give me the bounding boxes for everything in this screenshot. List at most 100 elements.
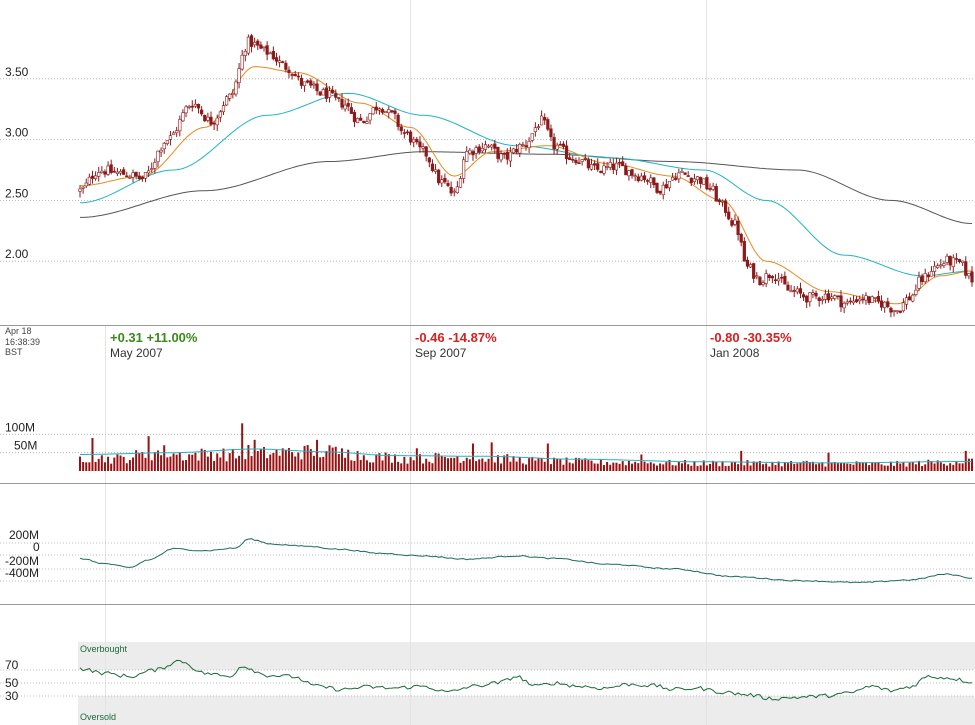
- candle-body: [748, 264, 753, 268]
- stock-chart: 2.00 2.50 3.00 3.50 Apr 18 16:38:39 BST +0.…: [0, 0, 975, 725]
- volume-bar: [322, 456, 325, 471]
- candle-body: [468, 149, 472, 154]
- candle-body: [702, 178, 706, 185]
- volume-average-line: [80, 448, 972, 464]
- volume-bar: [178, 452, 181, 471]
- candle-body: [686, 175, 690, 177]
- volume-bar: [172, 453, 175, 471]
- volume-bar: [328, 445, 331, 471]
- volume-bar: [733, 462, 736, 471]
- volume-bar: [465, 457, 468, 471]
- volume-bar: [942, 463, 945, 471]
- timestamp-zone: BST: [5, 347, 23, 357]
- candle-body: [327, 90, 332, 98]
- candle-body: [84, 182, 88, 187]
- volume-bar: [216, 453, 219, 471]
- volume-bar: [609, 464, 612, 471]
- candle-body: [355, 118, 360, 123]
- price-tick-label: 2.50: [5, 186, 29, 200]
- volume-bar: [796, 463, 799, 471]
- volume-bar: [138, 452, 141, 471]
- candle-body: [384, 110, 388, 113]
- volume-bar: [244, 459, 247, 471]
- volume-bar: [250, 456, 253, 471]
- candle-body: [954, 258, 959, 260]
- volume-bar: [643, 461, 646, 471]
- volume-bar: [952, 464, 955, 471]
- volume-bar: [403, 456, 406, 471]
- candle-body: [539, 115, 544, 126]
- volume-bar: [194, 452, 197, 471]
- volume-bar: [581, 460, 584, 471]
- candle-body: [942, 263, 946, 266]
- volume-bar: [680, 463, 683, 471]
- candle-body: [505, 151, 509, 160]
- candle-body: [212, 122, 216, 125]
- candle-body: [580, 159, 584, 162]
- candle-body: [190, 105, 194, 108]
- candle-body: [234, 81, 238, 95]
- candle-body: [664, 184, 668, 189]
- candle-body: [677, 172, 681, 180]
- candle-body: [97, 172, 101, 177]
- volume-bar: [958, 463, 961, 471]
- candle-body: [299, 77, 304, 86]
- candle-body: [312, 83, 316, 86]
- candle-body: [424, 146, 428, 157]
- volume-bar: [79, 456, 81, 471]
- candle-body: [961, 260, 965, 263]
- volume-bar: [256, 451, 259, 471]
- candle-body: [667, 181, 672, 189]
- volume-bar: [132, 457, 135, 471]
- volume-bar: [340, 448, 343, 471]
- volume-bar: [222, 448, 225, 471]
- volume-bar: [509, 461, 512, 471]
- candle-body: [112, 170, 116, 173]
- candle-body: [711, 185, 715, 190]
- volume-bars: [79, 423, 973, 471]
- candle-body: [621, 161, 625, 167]
- volume-bar: [122, 456, 125, 471]
- volume-bar: [181, 460, 184, 471]
- volume-bar: [921, 465, 924, 471]
- candle-body: [714, 186, 718, 202]
- candle-body: [546, 119, 550, 130]
- candle-body: [243, 51, 247, 56]
- candle-body: [533, 127, 537, 132]
- price-gridlines: [0, 78, 975, 262]
- volume-bar: [893, 465, 896, 471]
- candle-body: [733, 219, 737, 225]
- volume-bar: [294, 456, 297, 471]
- volume-bar: [874, 462, 877, 471]
- candle-body: [171, 132, 176, 135]
- candle-body: [175, 130, 179, 134]
- candle-body: [957, 259, 962, 262]
- volume-bar: [902, 462, 905, 471]
- volume-ma-path: [80, 448, 972, 464]
- candle-body: [228, 93, 232, 99]
- candle-body: [814, 292, 818, 297]
- candle-body: [168, 135, 173, 140]
- price-tick-label: 2.00: [5, 247, 29, 261]
- volume-bar: [949, 463, 952, 471]
- candle-body: [278, 60, 282, 63]
- volume-bar: [503, 455, 506, 471]
- volume-bar: [156, 450, 159, 471]
- candle-body: [561, 143, 566, 147]
- candle-body: [627, 170, 631, 177]
- volume-bar: [624, 465, 627, 471]
- candle-body: [786, 284, 790, 291]
- price-tick-label: 3.50: [5, 65, 29, 79]
- candle-body: [93, 175, 98, 179]
- volume-bar: [325, 451, 328, 471]
- volume-bar: [886, 465, 889, 471]
- volume-bar: [578, 458, 581, 471]
- candle-body: [184, 106, 188, 114]
- candle-body: [281, 61, 285, 63]
- volume-bar: [297, 452, 300, 471]
- candle-body: [858, 298, 862, 302]
- candle-body: [337, 97, 341, 99]
- candle-body: [639, 175, 643, 181]
- candle-body: [196, 104, 201, 109]
- volume-bar: [319, 457, 322, 471]
